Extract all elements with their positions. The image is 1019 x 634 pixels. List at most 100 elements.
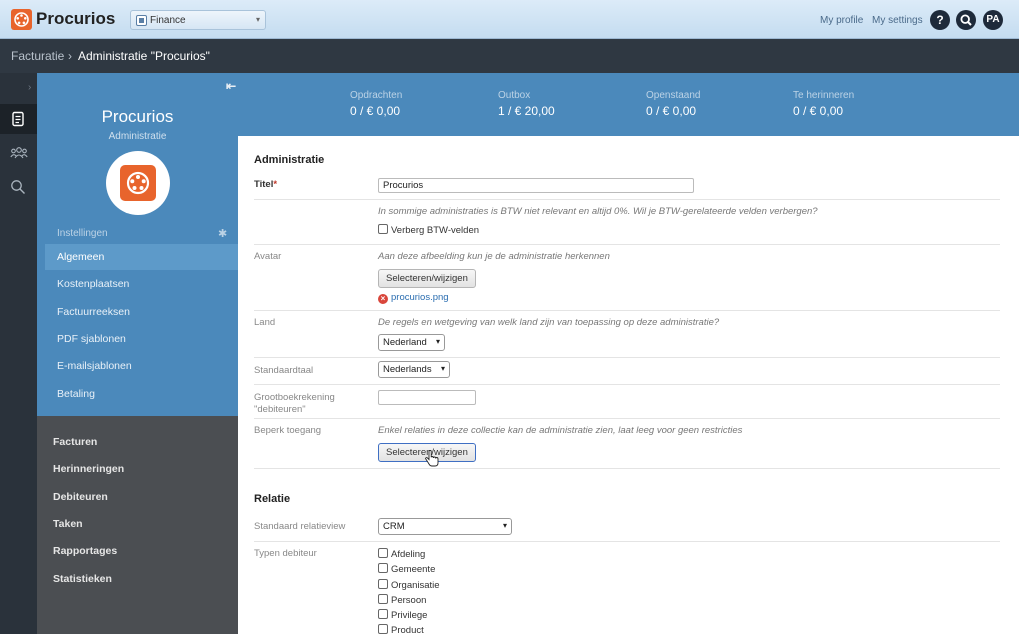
checkbox-box [378, 563, 388, 573]
my-profile-link[interactable]: My profile [820, 15, 863, 26]
standaardtaal-select-value: Nederlands [383, 364, 432, 375]
stat-value: 0 / € 0,00 [350, 104, 401, 118]
administration-avatar [106, 151, 170, 215]
verberg-btw-checkbox[interactable]: Verberg BTW-velden [378, 224, 479, 236]
stat-value: 1 / € 20,00 [498, 104, 555, 118]
typen-debiteur-label: Typen debiteur [254, 548, 317, 559]
sidebar-item-pdf-sjablonen[interactable]: PDF sjablonen [45, 326, 238, 352]
breadcrumb-separator: › [68, 49, 72, 63]
file-name: procurios.png [391, 292, 449, 303]
section-title-administratie: Administratie [254, 154, 325, 166]
chevron-down-icon: ▾ [435, 337, 440, 346]
finance-icon [136, 15, 147, 26]
typen-checkbox-gemeente[interactable]: Gemeente [378, 563, 435, 575]
nav-item-herinneringen[interactable]: Herinneringen [53, 463, 124, 475]
typen-checkbox-persoon[interactable]: Persoon [378, 594, 426, 606]
sidebar-item-e-mailsjablonen[interactable]: E-mailsjablonen [45, 353, 238, 379]
sidebar-subtitle: Administratie [108, 131, 167, 142]
remove-file-icon[interactable]: × [378, 294, 388, 304]
procurios-logo-icon [126, 171, 150, 195]
search-button[interactable] [956, 10, 976, 30]
sidebar-item-betaling[interactable]: Betaling [45, 381, 238, 407]
divider [254, 244, 1000, 245]
stat-outbox[interactable]: Outbox 1 / € 20,00 [498, 90, 555, 118]
typen-checkbox-product[interactable]: Product [378, 624, 424, 634]
my-settings-link[interactable]: My settings [872, 15, 923, 26]
sidebar-header: ⇤ Procurios Administratie Instellingen ✱… [37, 73, 238, 416]
checkbox-box [378, 624, 388, 634]
gear-icon[interactable]: ✱ [218, 227, 227, 240]
stat-opdrachten[interactable]: Opdrachten 0 / € 0,00 [350, 90, 402, 118]
beperk-label: Beperk toegang [254, 425, 322, 436]
land-select[interactable]: Nederland ▾ [378, 334, 445, 351]
rail-item-relations[interactable] [0, 138, 37, 168]
typen-checkbox-organisatie[interactable]: Organisatie [378, 579, 440, 591]
land-label: Land [254, 317, 276, 328]
nav-item-debiteuren[interactable]: Debiteuren [53, 491, 108, 503]
required-mark: * [273, 179, 278, 190]
typen-checkbox-afdeling[interactable]: Afdeling [378, 548, 425, 560]
grootboek-label: Grootboekrekening "debiteuren" [254, 392, 335, 416]
nav-item-facturen[interactable]: Facturen [53, 436, 97, 448]
rail-item-invoices[interactable] [0, 104, 37, 134]
divider [254, 357, 1000, 358]
titel-label-text: Titel [254, 179, 274, 190]
rail-item-search[interactable] [0, 172, 37, 202]
search-icon [11, 180, 25, 194]
stat-label: Opdrachten [350, 90, 403, 101]
checkbox-box [378, 548, 388, 558]
relatieview-label: Standaard relatieview [254, 521, 346, 532]
collapse-sidebar-icon[interactable]: ⇤ [226, 79, 236, 93]
checkbox-box [378, 579, 388, 589]
stats-bar: Opdrachten 0 / € 0,00 Outbox 1 / € 20,00… [238, 73, 1019, 136]
divider [254, 199, 1000, 200]
stat-value: 0 / € 0,00 [793, 104, 844, 118]
section-title-relatie: Relatie [254, 493, 291, 505]
breadcrumb-root[interactable]: Facturatie [11, 49, 64, 63]
grootboek-input[interactable] [378, 390, 476, 405]
left-rail: › [0, 73, 37, 634]
main-content: Administratie Titel* In sommige administ… [238, 136, 1019, 634]
stat-label: Openstaand [646, 90, 701, 101]
titel-input[interactable] [378, 178, 694, 193]
stat-te-herinneren[interactable]: Te herinneren 0 / € 0,00 [793, 90, 854, 118]
standaardtaal-label: Standaardtaal [254, 365, 314, 376]
expand-rail-icon[interactable]: › [28, 82, 31, 93]
nav-item-taken[interactable]: Taken [53, 518, 83, 530]
grootboek-label-line1: Grootboekrekening [254, 392, 335, 403]
avatar-select-button[interactable]: Selecteren/wijzigen [378, 269, 476, 288]
typen-checkbox-privilege[interactable]: Privilege [378, 609, 427, 621]
app-switcher[interactable]: Finance ▾ [130, 10, 266, 30]
document-icon [12, 111, 24, 127]
grootboek-label-line2: "debiteuren" [254, 404, 306, 415]
sidebar-item-algemeen[interactable]: Algemeen [45, 244, 238, 270]
sidebar: ⇤ Procurios Administratie Instellingen ✱… [37, 73, 238, 634]
chevron-down-icon: ▾ [255, 15, 260, 24]
user-avatar[interactable]: PA [983, 10, 1003, 30]
nav-item-statistieken[interactable]: Statistieken [53, 573, 112, 585]
logo-text[interactable]: Procurios [36, 9, 115, 29]
hand-cursor-icon [425, 450, 439, 467]
checkbox-box [378, 224, 388, 234]
search-icon [960, 14, 972, 26]
breadcrumb-current: Administratie "Procurios" [78, 49, 210, 63]
nav-item-rapportages[interactable]: Rapportages [53, 545, 117, 557]
stat-openstaand[interactable]: Openstaand 0 / € 0,00 [646, 90, 701, 118]
sidebar-item-kostenplaatsen[interactable]: Kostenplaatsen [45, 271, 238, 297]
standaardtaal-select[interactable]: Nederlands ▾ [378, 361, 450, 378]
sidebar-title: Procurios [101, 107, 174, 126]
checkbox-label: Gemeente [391, 564, 436, 575]
sidebar-item-factuurreeksen[interactable]: Factuurreeksen [45, 299, 238, 325]
help-button[interactable]: ? [930, 10, 950, 30]
checkbox-label: Verberg BTW-velden [391, 225, 480, 236]
avatar-label: Avatar [254, 251, 282, 262]
relatieview-select[interactable]: CRM ▾ [378, 518, 512, 535]
btw-hint: In sommige administraties is BTW niet re… [378, 206, 818, 217]
avatar-file[interactable]: × procurios.png [378, 292, 449, 304]
relatieview-select-value: CRM [383, 521, 405, 532]
divider [254, 310, 1000, 311]
checkbox-label: Afdeling [391, 549, 426, 560]
top-bar: Procurios Finance ▾ My profile My settin… [0, 0, 1019, 39]
divider [254, 418, 1000, 419]
procurios-logo-icon[interactable] [11, 9, 32, 30]
